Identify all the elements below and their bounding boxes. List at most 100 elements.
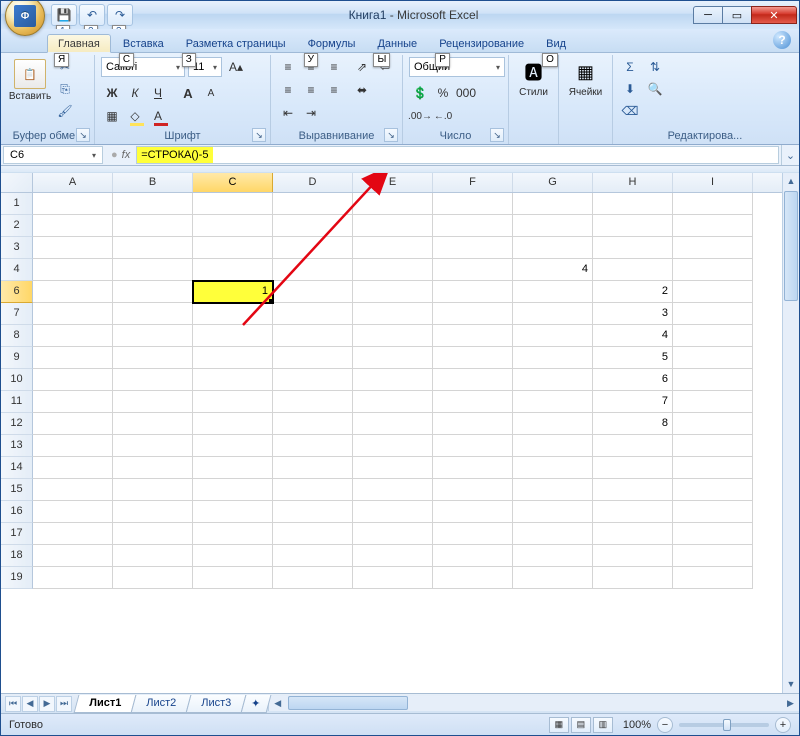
cell[interactable] <box>433 369 513 391</box>
cell[interactable] <box>273 545 353 567</box>
cell[interactable] <box>433 259 513 281</box>
fill-button[interactable]: ⬇ <box>619 79 641 99</box>
cell[interactable] <box>513 523 593 545</box>
cell[interactable] <box>353 391 433 413</box>
cell[interactable] <box>33 369 113 391</box>
cell[interactable] <box>433 193 513 215</box>
cell[interactable] <box>113 369 193 391</box>
dialog-launcher[interactable]: ↘ <box>384 128 398 142</box>
zoom-slider[interactable] <box>679 723 769 727</box>
row-header[interactable]: 14 <box>1 457 33 479</box>
cell[interactable] <box>273 523 353 545</box>
cell[interactable] <box>673 523 753 545</box>
minimize-button[interactable]: ─ <box>693 6 723 24</box>
cell[interactable] <box>33 523 113 545</box>
cell[interactable] <box>433 479 513 501</box>
row-header[interactable]: 12 <box>1 413 33 435</box>
cell[interactable] <box>33 281 113 303</box>
cell[interactable] <box>113 193 193 215</box>
cell[interactable] <box>673 215 753 237</box>
cell[interactable] <box>353 369 433 391</box>
cell[interactable]: 4 <box>593 325 673 347</box>
cell[interactable] <box>273 413 353 435</box>
cell[interactable] <box>273 347 353 369</box>
cell[interactable]: 4 <box>513 259 593 281</box>
paste-button[interactable]: 📋 Вставить <box>9 57 51 102</box>
cell[interactable] <box>433 413 513 435</box>
cell[interactable] <box>33 325 113 347</box>
row-header[interactable]: 10 <box>1 369 33 391</box>
cell[interactable] <box>593 567 673 589</box>
worksheet-grid[interactable]: ABCDEFGHI 123446127384951061171281314151… <box>1 173 799 693</box>
cell[interactable] <box>673 281 753 303</box>
cell[interactable]: 2 <box>593 281 673 303</box>
row-header[interactable]: 19 <box>1 567 33 589</box>
cell[interactable] <box>433 215 513 237</box>
format-painter-button[interactable]: 🖌 <box>54 101 76 121</box>
orientation-button[interactable]: ⇗ <box>351 57 373 77</box>
qat-undo-button[interactable]: ↶2 <box>79 4 105 26</box>
align-left-button[interactable]: ≡ <box>277 80 299 100</box>
ribbon-tab-Вид[interactable]: ВидО <box>536 35 576 52</box>
cell[interactable]: 6 <box>593 369 673 391</box>
italic-button[interactable]: К <box>124 83 146 103</box>
find-button[interactable]: 🔍 <box>644 79 666 99</box>
increase-indent-button[interactable]: ⇥ <box>300 103 322 123</box>
cell[interactable] <box>353 413 433 435</box>
column-header[interactable]: G <box>513 173 593 192</box>
row-header[interactable]: 11 <box>1 391 33 413</box>
cell[interactable] <box>113 259 193 281</box>
sort-filter-button[interactable]: ⇅ <box>644 57 666 77</box>
cell[interactable] <box>433 391 513 413</box>
cell[interactable] <box>433 281 513 303</box>
cell[interactable] <box>673 303 753 325</box>
scroll-up-button[interactable]: ▲ <box>783 173 799 190</box>
cell[interactable] <box>273 435 353 457</box>
cell[interactable] <box>193 347 273 369</box>
hscroll-thumb[interactable] <box>288 696 408 710</box>
cell[interactable] <box>193 391 273 413</box>
cell[interactable] <box>193 237 273 259</box>
sheet-tab[interactable]: Лист3 <box>186 695 247 713</box>
qat-save-button[interactable]: 💾1 <box>51 4 77 26</box>
cell[interactable] <box>33 193 113 215</box>
ribbon-tab-Данные[interactable]: ДанныеЫ <box>367 35 427 52</box>
scroll-thumb[interactable] <box>784 191 798 301</box>
help-button[interactable]: ? <box>773 31 791 49</box>
cell[interactable] <box>273 479 353 501</box>
cell[interactable] <box>193 501 273 523</box>
cell[interactable] <box>353 237 433 259</box>
cell[interactable] <box>513 501 593 523</box>
select-all-corner[interactable] <box>1 173 33 192</box>
cell[interactable] <box>193 259 273 281</box>
cell[interactable] <box>353 545 433 567</box>
cell[interactable] <box>593 237 673 259</box>
cell[interactable] <box>353 567 433 589</box>
new-sheet-button[interactable]: ✦ <box>241 695 272 713</box>
cell[interactable] <box>33 457 113 479</box>
cell[interactable] <box>673 567 753 589</box>
cell[interactable] <box>513 435 593 457</box>
cell[interactable]: 7 <box>593 391 673 413</box>
cell[interactable] <box>433 457 513 479</box>
row-header[interactable]: 2 <box>1 215 33 237</box>
cell[interactable] <box>673 391 753 413</box>
currency-button[interactable]: 💲 <box>409 83 431 103</box>
cell[interactable] <box>433 435 513 457</box>
cell[interactable] <box>273 501 353 523</box>
cell[interactable] <box>513 457 593 479</box>
row-header[interactable]: 6 <box>1 281 33 303</box>
cell[interactable] <box>673 193 753 215</box>
cell[interactable] <box>673 259 753 281</box>
percent-button[interactable]: % <box>432 83 454 103</box>
cell[interactable] <box>673 435 753 457</box>
cells-button[interactable]: ▦Ячейки <box>565 57 606 98</box>
qat-redo-button[interactable]: ↷3 <box>107 4 133 26</box>
cell[interactable] <box>193 523 273 545</box>
column-header[interactable]: B <box>113 173 193 192</box>
align-center-button[interactable]: ≡ <box>300 80 322 100</box>
cell[interactable] <box>513 325 593 347</box>
bold-button[interactable]: Ж <box>101 83 123 103</box>
copy-button[interactable]: ⎘ <box>54 79 76 99</box>
row-header[interactable]: 15 <box>1 479 33 501</box>
